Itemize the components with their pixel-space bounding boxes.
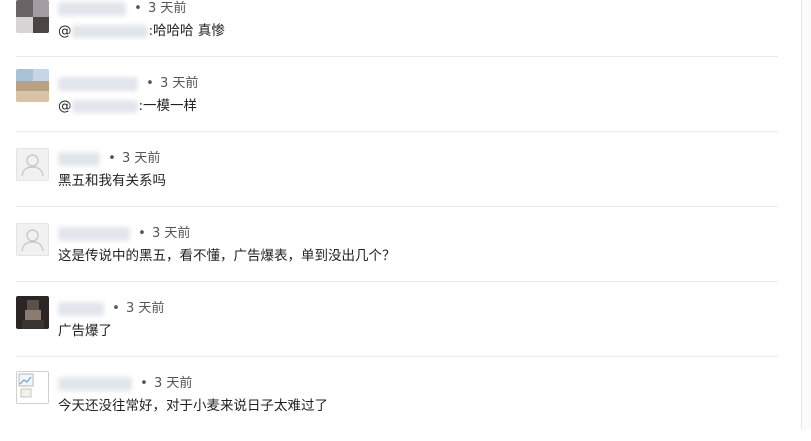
default-user-icon bbox=[21, 154, 44, 177]
author-name[interactable] bbox=[58, 1, 126, 16]
comment-item: • 3 天前 广告爆了 bbox=[0, 291, 800, 366]
meta-separator: • bbox=[112, 301, 120, 316]
broken-image-icon bbox=[16, 371, 49, 404]
comment-time[interactable]: 3 天前 bbox=[152, 226, 190, 241]
user-avatar[interactable] bbox=[16, 223, 49, 256]
comment-divider bbox=[16, 206, 778, 207]
comment-text: 今天还没往常好，对于小麦来说日子太难过了 bbox=[58, 396, 328, 416]
mention-name[interactable] bbox=[71, 24, 148, 38]
author-name[interactable] bbox=[58, 76, 138, 91]
pixelated-avatar-icon bbox=[16, 0, 49, 33]
meta-separator: • bbox=[108, 151, 116, 166]
meta-separator: • bbox=[140, 376, 148, 391]
comment-meta: • 3 天前 bbox=[58, 150, 160, 168]
comment-text: 这是传说中的黑五，看不懂，广告爆表，单到没出几个？ bbox=[58, 246, 396, 266]
comment-body: :哈哈哈 真惨 bbox=[148, 23, 225, 39]
mention-prefix: @ bbox=[58, 98, 72, 114]
user-avatar[interactable] bbox=[16, 371, 49, 404]
author-name[interactable] bbox=[58, 151, 100, 166]
meta-separator: • bbox=[138, 226, 146, 241]
user-avatar[interactable] bbox=[16, 0, 49, 33]
comment-body: :一模一样 bbox=[138, 98, 198, 114]
pixelated-avatar-icon bbox=[16, 69, 49, 102]
comment-text: 黑五和我有关系吗 bbox=[58, 171, 166, 191]
comment-time[interactable]: 3 天前 bbox=[122, 151, 160, 166]
author-name[interactable] bbox=[58, 226, 130, 241]
meta-separator: • bbox=[134, 1, 142, 16]
comment-meta: • 3 天前 bbox=[58, 0, 186, 18]
comment-item: • 3 天前 这是传说中的黑五，看不懂，广告爆表，单到没出几个？ bbox=[0, 216, 800, 291]
user-avatar[interactable] bbox=[16, 296, 49, 329]
comment-divider bbox=[16, 131, 778, 132]
comment-meta: • 3 天前 bbox=[58, 300, 164, 318]
comment-item: • 3 天前 黑五和我有关系吗 bbox=[0, 141, 800, 216]
comment-time[interactable]: 3 天前 bbox=[148, 1, 186, 16]
comment-meta: • 3 天前 bbox=[58, 75, 198, 93]
comment-divider bbox=[16, 356, 778, 357]
comment-text: @ :一模一样 bbox=[58, 96, 197, 116]
comment-item: • 3 天前 @ :一模一样 bbox=[0, 66, 800, 141]
comment-divider bbox=[16, 281, 778, 282]
author-name[interactable] bbox=[58, 376, 132, 391]
user-avatar[interactable] bbox=[16, 148, 49, 181]
comment-item: • 3 天前 今天还没往常好，对于小麦来说日子太难过了 bbox=[0, 366, 800, 441]
comment-list: • 3 天前 @ :哈哈哈 真惨 • 3 天前 @ :一模一样 • 3 天前 黑… bbox=[0, 0, 800, 429]
comment-time[interactable]: 3 天前 bbox=[126, 301, 164, 316]
default-user-icon bbox=[21, 229, 44, 252]
author-name[interactable] bbox=[58, 301, 104, 316]
user-avatar[interactable] bbox=[16, 69, 49, 102]
comment-body: 今天还没往常好，对于小麦来说日子太难过了 bbox=[58, 398, 328, 414]
comment-body: 黑五和我有关系吗 bbox=[58, 173, 166, 189]
comment-item: • 3 天前 @ :哈哈哈 真惨 bbox=[0, 0, 800, 75]
mention-prefix: @ bbox=[58, 23, 72, 39]
comment-meta: • 3 天前 bbox=[58, 225, 190, 243]
mention-name[interactable] bbox=[71, 99, 138, 113]
comment-body: 这是传说中的黑五，看不懂，广告爆表，单到没出几个？ bbox=[58, 248, 396, 264]
comment-text: 广告爆了 bbox=[58, 321, 112, 341]
comment-time[interactable]: 3 天前 bbox=[160, 76, 198, 91]
comment-divider bbox=[16, 56, 778, 57]
page-right-edge bbox=[801, 0, 811, 429]
meta-separator: • bbox=[146, 76, 154, 91]
comment-time[interactable]: 3 天前 bbox=[154, 376, 192, 391]
comment-text: @ :哈哈哈 真惨 bbox=[58, 21, 225, 41]
comment-meta: • 3 天前 bbox=[58, 375, 192, 393]
pixelated-avatar-icon bbox=[16, 296, 49, 329]
comment-body: 广告爆了 bbox=[58, 323, 112, 339]
